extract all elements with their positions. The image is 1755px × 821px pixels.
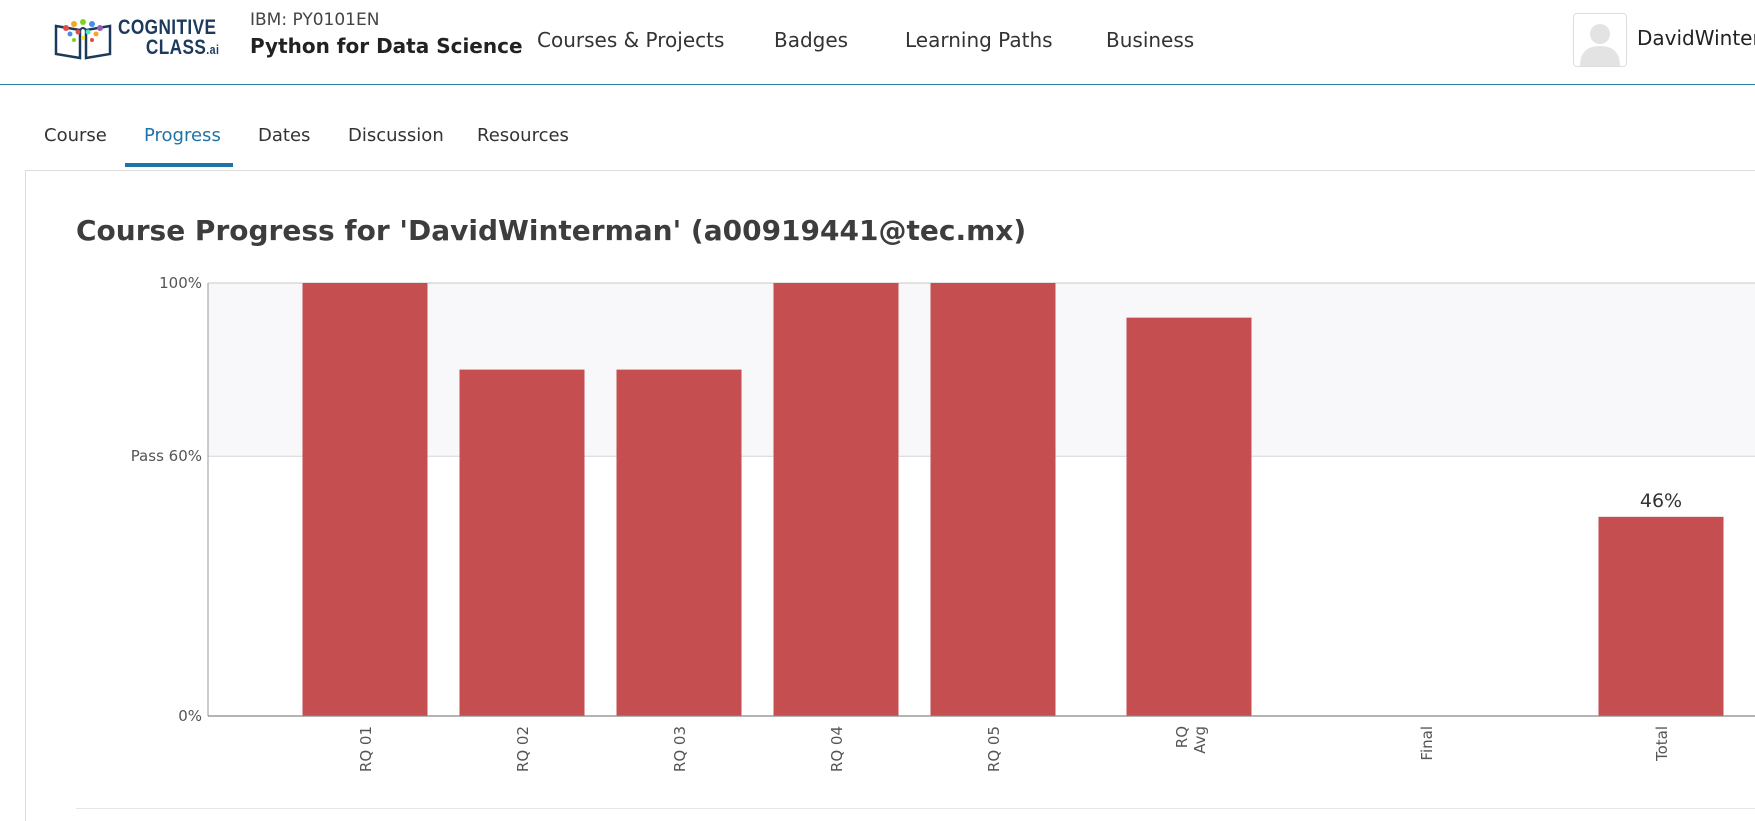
x-tick-label: RQ 04 (828, 726, 846, 772)
x-tick-label-text: RQ 02 (514, 726, 532, 772)
progress-chart: 100% Pass 60% 0% RQ 01 RQ 02 RQ 03 RQ 04 RQ 05 R… (131, 274, 1755, 772)
x-tick-label-text: RQ 01 (357, 726, 375, 772)
bar-rq-02 (459, 369, 585, 716)
bar-rq-05 (930, 283, 1056, 716)
x-tick-label: Total (1653, 726, 1671, 762)
x-tick-label-text: Total (1653, 726, 1671, 762)
x-tick-label: RQ 01 (357, 726, 375, 772)
bar-rq-01 (302, 283, 428, 716)
x-tick-label: RQ 05 (985, 726, 1003, 772)
divider (76, 808, 1755, 809)
x-tick-label-text: RQ 03 (671, 726, 689, 772)
bar-rq-04 (773, 283, 899, 716)
data-label-total: 46% (1640, 490, 1682, 512)
x-tick-label-text: RQ 04 (828, 726, 846, 772)
x-tick-label: RQ Avg (1173, 726, 1209, 754)
y-tick-label: 0% (178, 707, 202, 725)
x-tick-label: Final (1418, 726, 1436, 761)
bar-total (1598, 516, 1724, 716)
x-tick-label-line: Avg (1191, 726, 1209, 754)
x-tick-label: RQ 03 (671, 726, 689, 772)
bar-rq-03 (616, 369, 742, 716)
x-tick-label: RQ 02 (514, 726, 532, 772)
y-tick-label: 100% (159, 274, 202, 292)
x-tick-label-text: RQ 05 (985, 726, 1003, 772)
x-tick-label-line: RQ (1173, 726, 1191, 748)
y-tick-label: Pass 60% (131, 447, 202, 465)
bar-rq-avg (1126, 317, 1252, 716)
x-tick-label-text: Final (1418, 726, 1436, 761)
